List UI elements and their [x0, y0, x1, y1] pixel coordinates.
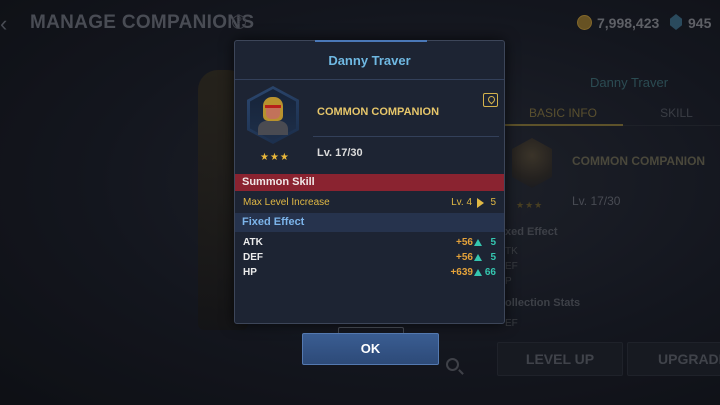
star-rating: ★★★	[260, 152, 290, 163]
avatar-visor	[265, 105, 281, 108]
skill-name: Max Level Increase	[243, 197, 330, 208]
location-pin-icon[interactable]	[483, 93, 498, 107]
fixed-effect-header: Fixed Effect	[235, 213, 504, 232]
arrow-right-icon	[477, 198, 484, 208]
stat-label: HP	[243, 267, 257, 278]
divider	[313, 136, 499, 137]
avatar-body	[258, 121, 288, 135]
rarity-label: COMMON COMPANION	[317, 106, 440, 118]
skill-next-level: 5	[490, 197, 496, 208]
increase-arrow-icon	[474, 269, 482, 276]
fixed-effect-title: Fixed Effect	[242, 216, 305, 228]
companion-info-dialog: Danny Traver ★★★ COMMON COMPANION Lv. 17…	[234, 40, 505, 324]
summon-skill-title: Summon Skill	[242, 176, 315, 188]
skill-current-level: Lv. 4	[451, 197, 472, 208]
avatar-face	[266, 107, 280, 119]
dialog-title: Danny Traver	[328, 53, 411, 68]
stat-label: DEF	[243, 252, 263, 263]
stat-base-value: +639	[450, 267, 473, 278]
level-label: Lv. 17/30	[317, 147, 363, 159]
dialog-accent-line	[315, 40, 427, 42]
stat-row-hp: HP +639 66	[235, 267, 504, 282]
stat-base-value: +56	[456, 237, 473, 248]
divider	[235, 79, 504, 80]
increase-arrow-icon	[474, 239, 482, 246]
stat-increase-value: 66	[484, 267, 496, 278]
skill-row: Max Level Increase Lv. 4 5	[235, 192, 504, 213]
stat-increase-value: 5	[490, 252, 496, 263]
ok-button[interactable]: OK	[302, 333, 439, 365]
summon-skill-header: Summon Skill	[235, 174, 504, 191]
stat-row-def: DEF +56 5	[235, 252, 504, 267]
stat-label: ATK	[243, 237, 263, 248]
stat-base-value: +56	[456, 252, 473, 263]
stat-row-atk: ATK +56 5	[235, 237, 504, 252]
increase-arrow-icon	[474, 254, 482, 261]
stat-increase-value: 5	[490, 237, 496, 248]
